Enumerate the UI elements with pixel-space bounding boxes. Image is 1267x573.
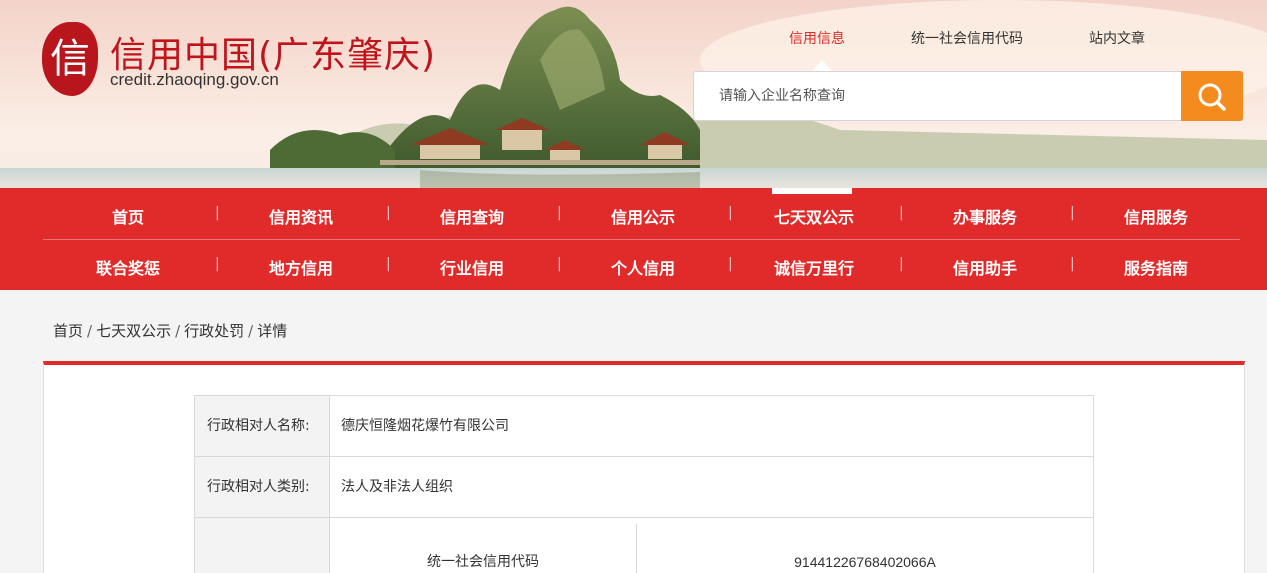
nav-item-credit-services[interactable]: 信用服务 bbox=[1086, 204, 1226, 228]
field-value-type: 法人及非法人组织 bbox=[341, 479, 453, 495]
nav-item-home[interactable]: 首页 bbox=[58, 204, 198, 228]
nav-separator: | bbox=[557, 256, 562, 272]
nav-item-integrity-tour[interactable]: 诚信万里行 bbox=[744, 255, 884, 279]
table-row: 统一社会信用代码 91441226768402066A bbox=[194, 518, 1094, 573]
breadcrumb-separator: / bbox=[87, 322, 93, 340]
nav-separator: | bbox=[899, 205, 904, 221]
nav-item-local-credit[interactable]: 地方信用 bbox=[231, 255, 371, 279]
field-label-type: 行政相对人类别: bbox=[195, 457, 330, 517]
top-links: 信用信息 统一社会信用代码 站内文章 bbox=[760, 28, 1180, 50]
logo-badge[interactable]: 信 bbox=[42, 22, 98, 96]
nav-separator: | bbox=[728, 205, 733, 221]
top-link-unified-code[interactable]: 统一社会信用代码 bbox=[911, 28, 1023, 48]
detail-table: 行政相对人名称: 德庆恒隆烟花爆竹有限公司 行政相对人类别: 法人及非法人组织 … bbox=[194, 395, 1094, 573]
nav-separator: | bbox=[557, 205, 562, 221]
logo-badge-char: 信 bbox=[50, 36, 90, 82]
breadcrumb-home[interactable]: 首页 bbox=[53, 322, 83, 340]
breadcrumb-separator: / bbox=[175, 322, 181, 340]
nav-item-credit-query[interactable]: 信用查询 bbox=[402, 204, 542, 228]
nav-item-credit-publicity[interactable]: 信用公示 bbox=[573, 204, 713, 228]
breadcrumb-seven-day[interactable]: 七天双公示 bbox=[96, 322, 171, 340]
field-label-ids bbox=[195, 518, 330, 573]
nav-separator: | bbox=[215, 205, 220, 221]
nav-active-indicator bbox=[772, 188, 852, 194]
breadcrumb-detail: 详情 bbox=[257, 322, 288, 340]
table-row: 行政相对人名称: 德庆恒隆烟花爆竹有限公司 bbox=[194, 396, 1094, 457]
nav-item-industry-credit[interactable]: 行业信用 bbox=[402, 255, 542, 279]
site-domain: credit.zhaoqing.gov.cn bbox=[110, 70, 279, 89]
top-link-site-articles[interactable]: 站内文章 bbox=[1089, 28, 1145, 48]
nav-separator: | bbox=[1070, 205, 1075, 221]
nav-separator: | bbox=[728, 256, 733, 272]
breadcrumb-separator: / bbox=[248, 322, 254, 340]
nav-separator: | bbox=[215, 256, 220, 272]
main-nav: 首页 信用资讯 信用查询 信用公示 七天双公示 办事服务 信用服务 | | | … bbox=[0, 188, 1267, 290]
top-link-credit-info[interactable]: 信用信息 bbox=[789, 28, 845, 48]
nav-item-credit-news[interactable]: 信用资讯 bbox=[231, 204, 371, 228]
header-banner: 信 信用中国(广东肇庆) credit.zhaoqing.gov.cn 信用信息… bbox=[0, 0, 1267, 188]
field-label-name: 行政相对人名称: bbox=[195, 396, 330, 456]
nav-separator: | bbox=[386, 205, 391, 221]
field-sub-value: 91441226768402066A bbox=[794, 554, 936, 570]
search-input[interactable] bbox=[694, 72, 1182, 120]
nav-item-joint-rewards[interactable]: 联合奖惩 bbox=[58, 255, 198, 279]
breadcrumb-penalty[interactable]: 行政处罚 bbox=[184, 322, 244, 340]
nav-item-service-guide[interactable]: 服务指南 bbox=[1086, 255, 1226, 279]
nav-item-credit-assistant[interactable]: 信用助手 bbox=[915, 255, 1055, 279]
field-value-name: 德庆恒隆烟花爆竹有限公司 bbox=[341, 418, 509, 434]
search-icon bbox=[1198, 83, 1226, 111]
field-sub-key: 统一社会信用代码 bbox=[330, 524, 637, 573]
nav-item-services[interactable]: 办事服务 bbox=[915, 204, 1055, 228]
nav-item-personal-credit[interactable]: 个人信用 bbox=[573, 255, 713, 279]
nav-item-seven-day[interactable]: 七天双公示 bbox=[744, 204, 884, 228]
nav-row-divider bbox=[43, 239, 1240, 240]
nav-separator: | bbox=[899, 256, 904, 272]
search-button[interactable] bbox=[1181, 71, 1243, 121]
search-box bbox=[693, 71, 1243, 121]
nav-separator: | bbox=[1070, 256, 1075, 272]
nav-separator: | bbox=[386, 256, 391, 272]
breadcrumb: 首页 / 七天双公示 / 行政处罚 / 详情 bbox=[53, 320, 287, 341]
table-row: 行政相对人类别: 法人及非法人组织 bbox=[194, 457, 1094, 518]
